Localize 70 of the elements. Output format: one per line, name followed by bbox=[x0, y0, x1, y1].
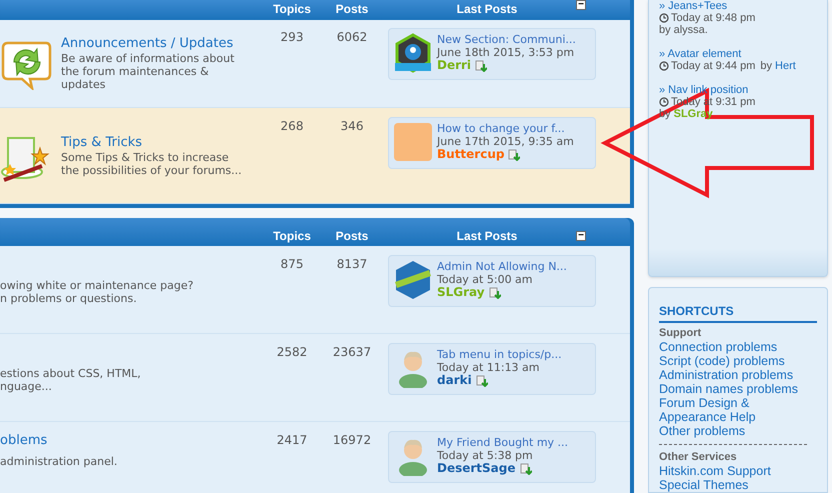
go-to-post-icon[interactable] bbox=[520, 462, 532, 474]
author-link[interactable]: Hert bbox=[775, 60, 796, 72]
by-label: by bbox=[659, 24, 671, 36]
forum-description: administration panel. bbox=[0, 455, 118, 468]
forum-title-link[interactable]: Tips & Tricks bbox=[61, 135, 242, 151]
clock-icon bbox=[659, 61, 669, 71]
posts-count: 16972 bbox=[332, 432, 372, 449]
column-heading: Posts bbox=[334, 228, 370, 245]
topic-link[interactable]: » Jeans+Tees bbox=[659, 0, 827, 12]
column-heading: Posts bbox=[334, 1, 370, 18]
collapse-button[interactable]: − bbox=[576, 0, 586, 10]
column-heading: Topics bbox=[272, 1, 312, 18]
forum-title-link[interactable]: Announcements / Updates bbox=[61, 36, 234, 52]
author-link[interactable]: alyssa. bbox=[674, 24, 708, 36]
panel-title: SHORTCUTS bbox=[659, 302, 817, 323]
by-label: by bbox=[760, 60, 772, 72]
post-time: June 17th 2015, 9:35 am bbox=[437, 135, 574, 148]
group-heading: Other Services bbox=[659, 451, 738, 464]
hexagon-badge-icon bbox=[394, 260, 432, 300]
forum-description: owing white or maintenance page? n problems or questions. bbox=[0, 279, 194, 305]
go-to-post-icon[interactable] bbox=[476, 374, 488, 386]
clock-icon bbox=[659, 13, 669, 23]
shortcut-link[interactable]: Connection problems bbox=[659, 340, 809, 354]
column-heading: Last Posts bbox=[456, 1, 518, 18]
topic-time: Today at 9:44 pm bbox=[671, 60, 756, 72]
post-title-link[interactable]: Tab menu in topics/p... bbox=[437, 348, 562, 361]
avatar-picture bbox=[394, 123, 432, 161]
author-link[interactable]: darki bbox=[437, 374, 472, 387]
post-title-link[interactable]: How to change your f... bbox=[437, 122, 574, 135]
go-to-post-icon[interactable] bbox=[488, 286, 501, 298]
shortcut-link[interactable]: Other problems bbox=[659, 424, 809, 438]
post-time: Today at 11:13 am bbox=[437, 361, 541, 374]
clock-icon bbox=[659, 97, 669, 107]
topics-count: 2417 bbox=[276, 432, 308, 449]
topic-time: Today at 9:48 pm bbox=[671, 12, 756, 24]
post-time: June 18th 2015, 3:53 pm bbox=[437, 46, 576, 59]
topic-link[interactable]: » Nav link position bbox=[659, 84, 827, 96]
post-time: Today at 5:00 am bbox=[437, 273, 534, 286]
post-title-link[interactable]: New Section: Communi... bbox=[437, 33, 576, 46]
post-title-link[interactable]: My Friend Bought my ... bbox=[437, 436, 568, 449]
topic-link[interactable]: » Avatar element bbox=[659, 48, 827, 60]
column-heading: Last Posts bbox=[456, 228, 518, 245]
topics-count: 293 bbox=[280, 29, 304, 46]
group-heading: Support bbox=[659, 327, 702, 340]
topics-count: 875 bbox=[280, 256, 304, 273]
posts-count: 8137 bbox=[336, 256, 368, 273]
shortcut-link[interactable]: Hitskin.com Support bbox=[659, 464, 809, 478]
go-to-post-icon[interactable] bbox=[508, 148, 520, 160]
hexagon-logo-icon bbox=[393, 33, 433, 73]
shortcut-link[interactable]: Domain names problems bbox=[659, 382, 809, 396]
topics-count: 2582 bbox=[276, 344, 308, 361]
topics-count: 268 bbox=[280, 118, 304, 135]
column-heading: Topics bbox=[272, 228, 312, 245]
forum-title-link[interactable]: oblems bbox=[0, 433, 118, 449]
shortcut-link[interactable]: Script (code) problems bbox=[659, 354, 809, 368]
forum-description: Some Tips & Tricks to increase the possibilities of your forums... bbox=[61, 151, 242, 177]
shortcut-link[interactable]: Administration problems bbox=[659, 368, 809, 382]
author-link[interactable]: DesertSage bbox=[437, 462, 516, 475]
post-title-link[interactable]: Admin Not Allowing N... bbox=[437, 260, 567, 273]
collapse-button[interactable]: − bbox=[576, 231, 586, 241]
posts-count: 346 bbox=[340, 118, 364, 135]
posts-count: 6062 bbox=[336, 29, 368, 46]
go-to-post-icon[interactable] bbox=[475, 60, 488, 72]
forum-description: Be aware of informations about the forum maintenances & updates bbox=[61, 52, 234, 91]
shortcut-link[interactable]: Special Themes bbox=[659, 478, 809, 492]
author-link[interactable]: Buttercup bbox=[437, 148, 504, 161]
shortcut-link[interactable]: Forum Design & Appearance Help bbox=[659, 396, 809, 424]
forum-description: estions about CSS, HTML, nguage... bbox=[0, 367, 141, 393]
post-time: Today at 5:38 pm bbox=[437, 449, 534, 462]
posts-count: 23637 bbox=[332, 344, 372, 361]
